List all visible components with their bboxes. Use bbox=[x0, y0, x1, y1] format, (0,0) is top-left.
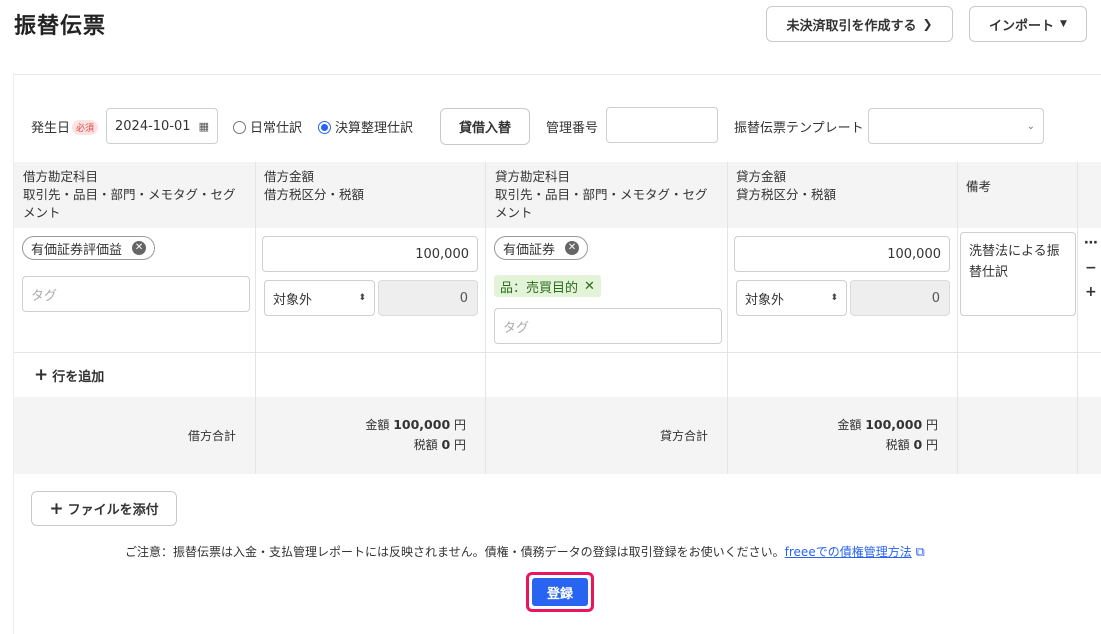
debit-tax-class-value: 対象外 bbox=[273, 292, 313, 308]
date-value: 2024-10-01 bbox=[115, 118, 191, 134]
credit-item-tag[interactable]: 品：売買目的 ✕ bbox=[494, 275, 601, 297]
table-header: 借方勘定科目 取引先・品目・部門・メモタグ・セグ メント 借方金額 借方税区分・… bbox=[14, 162, 1101, 228]
debit-account-value: 有価証券評価益 bbox=[31, 242, 123, 258]
debit-tax-amount: 0 bbox=[378, 280, 478, 316]
attach-file-label: ファイルを添付 bbox=[67, 503, 159, 518]
debit-tax-class-select[interactable]: 対象外 ⬍ bbox=[264, 280, 375, 316]
debit-total-values: 金額 100,000 円 税額 0 円 bbox=[314, 415, 466, 455]
debit-amount-input[interactable]: 100,000 bbox=[262, 236, 478, 272]
select-arrows-icon: ⬍ bbox=[358, 293, 366, 303]
calendar-icon[interactable]: ▦ bbox=[199, 120, 209, 133]
col-divider bbox=[1077, 397, 1078, 474]
remarks-value: 洗替法による振替仕訳 bbox=[969, 244, 1060, 280]
page-title: 振替伝票 bbox=[14, 14, 107, 39]
add-row-button[interactable]: + 行を追加 bbox=[34, 365, 104, 385]
required-badge: 必須 bbox=[72, 120, 99, 135]
external-link-icon[interactable]: ⧉ bbox=[916, 545, 925, 560]
credit-tax-class-value: 対象外 bbox=[745, 292, 785, 308]
chevron-right-icon: ❯ bbox=[922, 17, 933, 31]
col-divider bbox=[727, 397, 728, 474]
clear-icon[interactable]: ✕ bbox=[132, 241, 147, 255]
add-row-icon[interactable]: + bbox=[1085, 284, 1097, 300]
mgmt-no-label: 管理番号 bbox=[546, 121, 599, 136]
radio-normal-icon[interactable] bbox=[233, 121, 246, 134]
swap-label: 貸借入替 bbox=[458, 121, 511, 136]
debit-total-label: 借方合計 bbox=[188, 429, 237, 443]
debit-tag-input[interactable]: タグ bbox=[22, 276, 250, 312]
plus-icon: + bbox=[34, 365, 49, 385]
debit-total-tax: 税額 0 円 bbox=[413, 437, 466, 452]
header-debit-account: 借方勘定科目 取引先・品目・部門・メモタグ・セグ メント bbox=[23, 169, 236, 220]
credit-tax-amount: 0 bbox=[850, 280, 950, 316]
credit-tax-class-select[interactable]: 対象外 ⬍ bbox=[736, 280, 847, 316]
create-unsettled-label: 未決済取引を作成する bbox=[786, 18, 917, 34]
remove-tag-icon[interactable]: ✕ bbox=[584, 279, 595, 294]
col-divider bbox=[255, 397, 256, 474]
date-input[interactable]: 2024-10-01 ▦ bbox=[106, 108, 218, 144]
radio-normal-label: 日常仕訳 bbox=[250, 121, 303, 136]
col-divider bbox=[957, 397, 958, 474]
date-label-text: 発生日 bbox=[31, 121, 71, 136]
debit-account-chip[interactable]: 有価証券評価益 ✕ bbox=[22, 236, 156, 260]
create-unsettled-button[interactable]: 未決済取引を作成する ❯ bbox=[766, 6, 953, 42]
template-select[interactable]: ⌄ bbox=[868, 108, 1044, 144]
credit-total-tax: 税額 0 円 bbox=[885, 437, 938, 452]
mgmt-no-input[interactable] bbox=[606, 107, 718, 143]
chevron-down-icon: ⌄ bbox=[1026, 120, 1035, 132]
import-label: インポート bbox=[989, 18, 1055, 34]
credit-tag-input[interactable]: タグ bbox=[494, 308, 722, 344]
submit-button[interactable]: 登録 bbox=[532, 578, 588, 606]
radio-closing-label: 決算整理仕訳 bbox=[335, 121, 414, 136]
credit-account-value: 有価証券 bbox=[503, 242, 556, 258]
credit-total-label: 貸方合計 bbox=[660, 429, 709, 443]
date-label: 発生日 必須 bbox=[31, 117, 99, 136]
receivables-help-link[interactable]: freeeでの債権管理方法 bbox=[785, 545, 912, 559]
radio-closing[interactable]: 決算整理仕訳 bbox=[318, 117, 413, 136]
template-label: 振替伝票テンプレート bbox=[734, 121, 864, 136]
row-divider bbox=[14, 352, 1101, 353]
remove-row-icon[interactable]: − bbox=[1085, 260, 1097, 276]
credit-account-chip[interactable]: 有価証券 ✕ bbox=[494, 236, 589, 260]
import-button[interactable]: インポート ▼ bbox=[969, 6, 1087, 42]
debit-total-amount: 金額 100,000 円 bbox=[365, 417, 466, 432]
credit-item-tag-label: 品：売買目的 bbox=[500, 280, 579, 296]
header-credit-amount: 貸方金額 貸方税区分・税額 bbox=[736, 169, 837, 202]
select-arrows-icon: ⬍ bbox=[830, 293, 838, 303]
submit-highlight: 登録 bbox=[526, 572, 594, 612]
notice-text: ご注意：振替伝票は入金・支払管理レポートには反映されません。債権・債務データの登… bbox=[125, 543, 925, 560]
credit-total-values: 金額 100,000 円 税額 0 円 bbox=[786, 415, 938, 455]
radio-closing-icon[interactable] bbox=[318, 121, 331, 134]
journal-form-card: 発生日 必須 2024-10-01 ▦ 日常仕訳 決算整理仕訳 貸借入替 管理番号… bbox=[13, 74, 1101, 634]
notice-message: ご注意：振替伝票は入金・支払管理レポートには反映されません。債権・債務データの登… bbox=[125, 545, 785, 559]
header-remarks: 備考 bbox=[966, 179, 992, 194]
swap-button[interactable]: 貸借入替 bbox=[440, 108, 530, 145]
radio-normal[interactable]: 日常仕訳 bbox=[233, 117, 302, 136]
clear-icon[interactable]: ✕ bbox=[565, 241, 580, 255]
credit-amount-input[interactable]: 100,000 bbox=[734, 236, 950, 272]
plus-icon: + bbox=[49, 498, 64, 519]
more-icon[interactable]: ⋯ bbox=[1084, 235, 1098, 251]
add-row-label: 行を追加 bbox=[52, 369, 105, 385]
header-credit-account: 貸方勘定科目 取引先・品目・部門・メモタグ・セグ メント bbox=[495, 169, 708, 220]
caret-down-icon: ▼ bbox=[1060, 19, 1067, 29]
attach-file-button[interactable]: + ファイルを添付 bbox=[31, 491, 177, 526]
col-divider bbox=[485, 397, 486, 474]
header-debit-amount: 借方金額 借方税区分・税額 bbox=[264, 169, 365, 202]
credit-total-amount: 金額 100,000 円 bbox=[837, 417, 938, 432]
remarks-textarea[interactable]: 洗替法による振替仕訳 bbox=[960, 232, 1076, 316]
